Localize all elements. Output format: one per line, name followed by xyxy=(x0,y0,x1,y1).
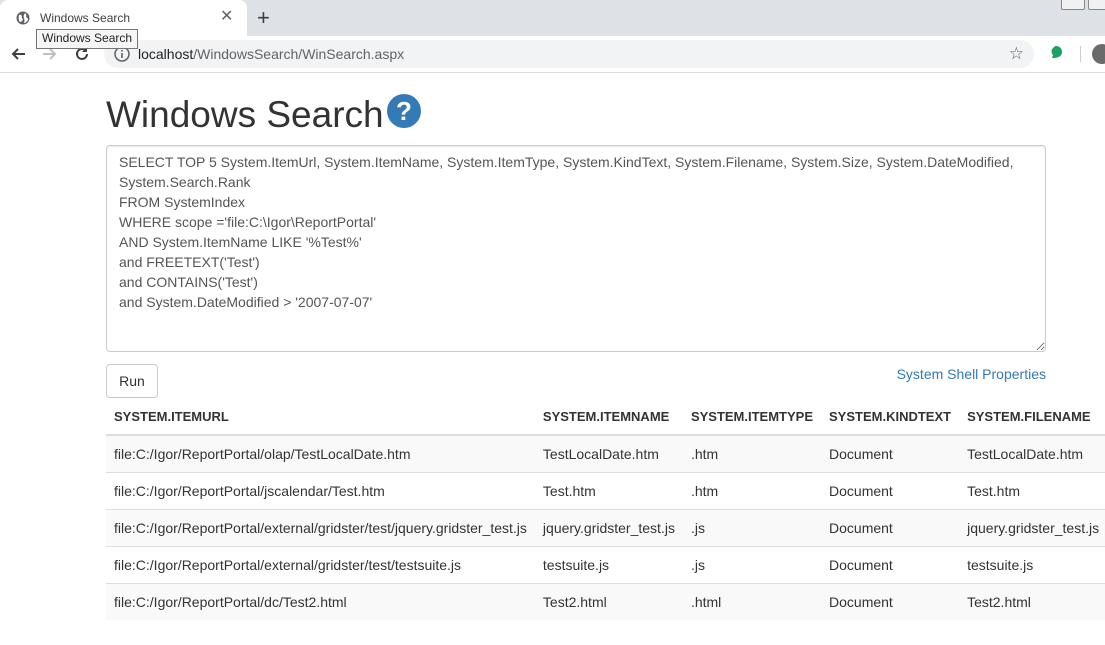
column-header: SYSTEM.ITEMNAME xyxy=(534,398,683,436)
column-header: SYSTEM.ITEMTYPE xyxy=(682,398,822,436)
table-cell: Test2.html xyxy=(959,583,1105,620)
table-cell: testsuite.js xyxy=(959,546,1105,584)
query-textarea[interactable] xyxy=(106,145,1046,352)
window-extra-button[interactable] xyxy=(1088,0,1105,10)
table-cell: jquery.gridster_test.js xyxy=(534,509,683,547)
url-host: localhost xyxy=(138,46,194,62)
extension-icon[interactable] xyxy=(1049,45,1063,59)
window-restore-button[interactable] xyxy=(1061,0,1085,10)
run-button[interactable]: Run xyxy=(106,364,158,398)
table-cell: file:C:/Igor/ReportPortal/external/grids… xyxy=(106,546,535,584)
table-row: file:C:/Igor/ReportPortal/external/grids… xyxy=(106,546,1105,584)
close-tab-icon[interactable]: ✕ xyxy=(220,9,233,25)
table-cell: .htm xyxy=(682,434,822,473)
column-header: SYSTEM.KINDTEXT xyxy=(821,398,960,436)
tab-tooltip: Windows Search xyxy=(36,29,139,49)
table-cell: TestLocalDate.htm xyxy=(534,434,683,473)
table-cell: file:C:/Igor/ReportPortal/olap/TestLocal… xyxy=(106,434,535,473)
back-button[interactable] xyxy=(7,43,29,65)
results-table: SYSTEM.ITEMURL SYSTEM.ITEMNAME SYSTEM.IT… xyxy=(106,398,1105,620)
table-cell: Document xyxy=(821,509,960,547)
tab-title: Windows Search xyxy=(40,11,131,25)
table-cell: jquery.gridster_test.js xyxy=(959,509,1105,547)
table-cell: Document xyxy=(821,546,960,584)
page-title: Windows Search xyxy=(106,94,384,135)
table-cell: testsuite.js xyxy=(534,546,683,584)
table-cell: .js xyxy=(682,509,822,547)
profile-avatar[interactable] xyxy=(1092,44,1105,64)
system-shell-properties-link[interactable]: System Shell Properties xyxy=(897,366,1046,382)
tab-strip: Windows Search ✕ + xyxy=(0,0,1105,36)
url-path: /WindowsSearch/WinSearch.aspx xyxy=(193,46,405,62)
table-header-row: SYSTEM.ITEMURL SYSTEM.ITEMNAME SYSTEM.IT… xyxy=(106,398,1105,436)
table-cell: Document xyxy=(821,472,960,510)
table-cell: .js xyxy=(682,546,822,584)
table-cell: Test.htm xyxy=(959,472,1105,510)
table-cell: .html xyxy=(682,583,822,620)
table-row: file:C:/Igor/ReportPortal/jscalendar/Tes… xyxy=(106,472,1105,510)
bookmark-star-icon[interactable]: ☆ xyxy=(1009,44,1024,64)
table-row: file:C:/Igor/ReportPortal/dc/Test2.html … xyxy=(106,583,1105,620)
help-icon[interactable]: ? xyxy=(387,94,421,128)
table-cell: .htm xyxy=(682,472,822,510)
column-header: SYSTEM.ITEMURL xyxy=(106,398,535,436)
browser-toolbar: localhost/WindowsSearch/WinSearch.aspx ☆ xyxy=(0,36,1105,73)
column-header: SYSTEM.FILENAME xyxy=(959,398,1105,436)
table-cell: Document xyxy=(821,434,960,473)
back-arrow-icon xyxy=(11,48,25,60)
table-cell: file:C:/Igor/ReportPortal/jscalendar/Tes… xyxy=(106,472,535,510)
url-text[interactable]: localhost/WindowsSearch/WinSearch.aspx xyxy=(138,46,404,62)
address-bar[interactable]: localhost/WindowsSearch/WinSearch.aspx ☆ xyxy=(104,40,1034,68)
table-row: file:C:/Igor/ReportPortal/external/grids… xyxy=(106,509,1105,547)
table-cell: Test.htm xyxy=(534,472,683,510)
table-row: file:C:/Igor/ReportPortal/olap/TestLocal… xyxy=(106,434,1105,473)
toolbar-divider xyxy=(1080,46,1081,62)
new-tab-icon[interactable]: + xyxy=(257,7,270,29)
table-cell: Document xyxy=(821,583,960,620)
table-cell: file:C:/Igor/ReportPortal/dc/Test2.html xyxy=(106,583,535,620)
table-cell: TestLocalDate.htm xyxy=(959,434,1105,473)
table-cell: file:C:/Igor/ReportPortal/external/grids… xyxy=(106,509,535,547)
table-cell: Test2.html xyxy=(534,583,683,620)
globe-icon xyxy=(16,11,30,25)
